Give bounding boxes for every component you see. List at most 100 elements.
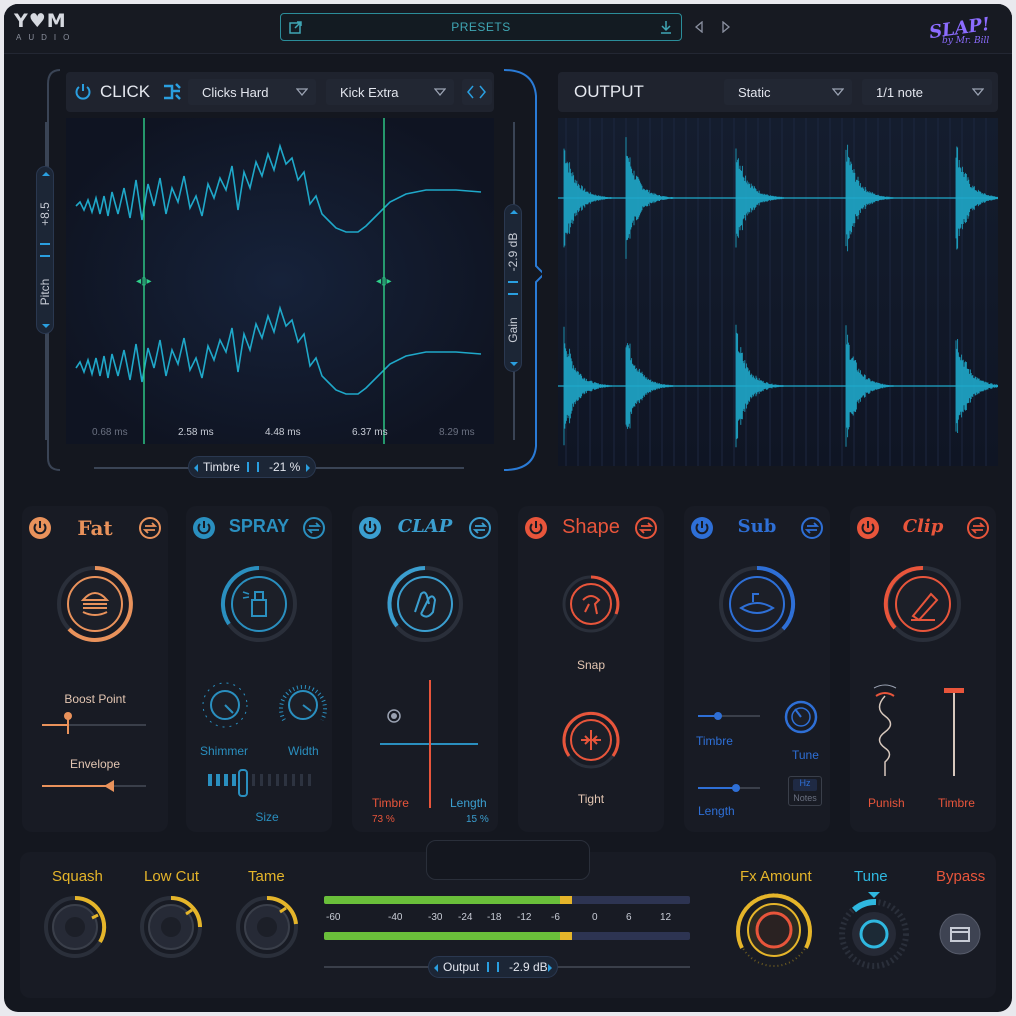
swap-icon[interactable] (634, 516, 658, 540)
punish-label: Punish (868, 796, 905, 810)
gain-slider[interactable]: -2.9 dB Gain (504, 204, 522, 372)
next-preset-icon[interactable] (721, 21, 731, 33)
click-waveform-display[interactable]: ◂▯▸ ◂▯▸ 0.68 ms 2.58 ms 4.48 ms 6.37 ms … (66, 118, 494, 444)
timbre-grip[interactable] (247, 462, 259, 472)
tight-knob[interactable] (561, 710, 621, 770)
swap-icon[interactable] (800, 516, 824, 540)
randomize-icon[interactable] (162, 82, 182, 102)
output-gain-slider[interactable]: Output -2.9 dB (428, 956, 558, 978)
arrow-up-icon (510, 210, 518, 214)
hz-option[interactable]: Hz (789, 778, 821, 788)
bypass-button[interactable] (938, 912, 982, 956)
time-tick: 2.58 ms (178, 427, 214, 438)
sub-timbre-label: Timbre (696, 734, 733, 748)
clap-timbre-label: Timbre (372, 796, 409, 810)
click-header: CLICK Clicks Hard Kick Extra (66, 72, 494, 112)
boost-point-slider[interactable] (42, 708, 148, 734)
time-tick: 6.37 ms (352, 427, 388, 438)
output-note-dropdown[interactable]: 1/1 note (862, 79, 992, 105)
chevron-left-icon[interactable] (466, 85, 474, 99)
logo-subtitle: AUDIO (16, 33, 77, 42)
punish-slider[interactable] (870, 684, 900, 780)
plugin-window: Y♥M AUDIO PRESETS SLAP! by Mr. Bill CLIC… (4, 4, 1012, 1012)
clap-length-label: Length (450, 796, 487, 810)
gain-grip[interactable] (508, 281, 518, 295)
meter-tick: -40 (388, 912, 403, 923)
chevron-down-icon (832, 88, 844, 96)
arrow-up-icon (42, 172, 50, 176)
fat-knob[interactable] (55, 564, 135, 644)
output-waveform-display (558, 118, 998, 466)
arrow-right-icon (306, 464, 310, 472)
pitch-grip[interactable] (40, 243, 50, 257)
sub-tune-knob[interactable] (784, 700, 818, 734)
clap-timbre-value: 73 % (372, 814, 395, 825)
fx-amount-knob[interactable] (734, 890, 814, 970)
start-handle-icon[interactable]: ◂▯▸ (136, 276, 152, 287)
swap-icon[interactable] (138, 516, 162, 540)
fx-clip: Clip Punish Timbre (850, 506, 996, 832)
fx-sub: Sub Timbre Tune Length Hz Notes (684, 506, 830, 832)
sub-timbre-slider[interactable] (698, 710, 760, 722)
clap-xy-pad[interactable] (374, 678, 478, 808)
fx-spray: SPRAY Shimmer Width Size (186, 506, 332, 832)
timbre-slider[interactable]: Timbre -21 % (188, 456, 316, 478)
download-icon[interactable] (659, 20, 673, 34)
chevron-down-icon (972, 88, 984, 96)
size-slider[interactable] (206, 768, 318, 798)
timbre-label: Timbre (203, 460, 240, 474)
envelope-slider[interactable] (42, 778, 148, 794)
fx-clap: CLAP Timbre Length 73 % 15 % (352, 506, 498, 832)
swap-icon[interactable] (966, 516, 990, 540)
swap-icon[interactable] (302, 516, 326, 540)
transient-burst (735, 148, 784, 248)
squash-label: Squash (52, 868, 103, 885)
tune-knob[interactable] (836, 890, 912, 970)
shimmer-knob[interactable] (198, 678, 252, 732)
tame-knob[interactable] (234, 894, 300, 960)
output-mode-value: Static (738, 85, 771, 100)
output-mode-dropdown[interactable]: Static (724, 79, 852, 105)
chevron-down-icon (434, 88, 446, 96)
transient-burst (845, 144, 894, 252)
arrow-right-icon (548, 964, 552, 972)
swap-icon[interactable] (468, 516, 492, 540)
output-waveform (558, 118, 998, 466)
chevron-right-icon[interactable] (479, 85, 487, 99)
end-handle-icon[interactable]: ◂▯▸ (376, 276, 392, 287)
sub-length-slider[interactable] (698, 782, 760, 794)
pitch-slider[interactable]: +8.5 Pitch (36, 166, 54, 334)
meter-tick: -12 (517, 912, 532, 923)
shimmer-label: Shimmer (200, 744, 249, 758)
notes-option[interactable]: Notes (789, 793, 821, 803)
squash-knob[interactable] (42, 894, 108, 960)
brand-sub: by Mr. Bill (942, 36, 990, 46)
tight-label: Tight (577, 792, 605, 806)
width-knob[interactable] (276, 678, 330, 732)
gain-label: Gain (506, 317, 520, 343)
snap-knob[interactable] (561, 574, 621, 634)
clip-knob[interactable] (883, 564, 963, 644)
output-gain-grip[interactable] (487, 962, 499, 972)
power-icon[interactable] (74, 82, 92, 100)
click-sample-nav[interactable] (462, 79, 492, 105)
transient-burst (563, 148, 612, 248)
boost-point-label: Boost Point (64, 692, 126, 706)
click-type-dropdown[interactable]: Clicks Hard (188, 79, 316, 105)
presets-bar[interactable]: PRESETS (280, 13, 682, 41)
hz-notes-toggle[interactable]: Hz Notes (788, 776, 822, 806)
tune-label: Tune (854, 868, 888, 885)
clip-timbre-label: Timbre (938, 796, 975, 810)
arrow-left-icon (434, 964, 438, 972)
presets-label: PRESETS (451, 20, 511, 34)
lowcut-knob[interactable] (138, 894, 204, 960)
click-sample-dropdown[interactable]: Kick Extra (326, 79, 454, 105)
gain-value: -2.9 dB (506, 232, 520, 272)
clip-timbre-slider[interactable] (942, 686, 966, 778)
clap-knob[interactable] (385, 564, 465, 644)
sub-knob[interactable] (717, 564, 797, 644)
lowcut-label: Low Cut (144, 868, 200, 885)
time-tick: 0.68 ms (92, 427, 128, 438)
prev-preset-icon[interactable] (694, 21, 704, 33)
spray-knob[interactable] (219, 564, 299, 644)
